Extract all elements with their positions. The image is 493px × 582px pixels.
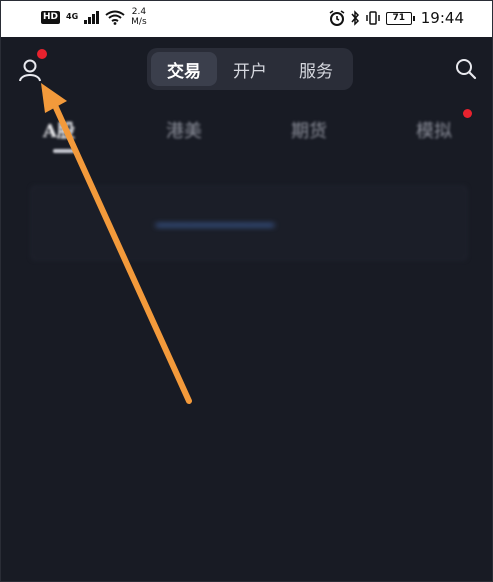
top-nav: 交易 开户 服务 [1, 37, 492, 101]
wifi-icon [105, 10, 125, 25]
main-segment-control: 交易 开户 服务 [147, 48, 353, 90]
status-bar: HD 4G 2.4 M/s 71 19:44 [1, 1, 492, 37]
signal-strength-icon [84, 10, 100, 24]
user-profile-button[interactable] [15, 49, 47, 85]
alarm-icon [329, 10, 345, 26]
segment-trade[interactable]: 交易 [151, 52, 217, 86]
network-speed-value: 2.4 [131, 7, 147, 17]
simulation-notification-dot [463, 109, 472, 118]
app-screen: HD 4G 2.4 M/s 71 19:44 交易 开户 服务 A股 港美 期货… [0, 0, 493, 582]
market-tabs: A股 港美 期货 模拟 [1, 109, 492, 153]
notification-dot [37, 49, 47, 59]
vibrate-icon [366, 11, 380, 25]
user-icon [19, 59, 41, 82]
tab-simulation[interactable]: 模拟 [416, 117, 452, 143]
status-time: 19:44 [420, 9, 464, 27]
network-speed: 2.4 M/s [131, 7, 147, 27]
search-icon [456, 59, 477, 80]
tab-futures[interactable]: 期货 [291, 117, 327, 143]
blurred-content-link[interactable]: ━━━━━━━━━━━━━━ [156, 218, 274, 234]
hd-badge: HD [41, 10, 61, 24]
network-type-label: 4G [66, 12, 79, 21]
search-button[interactable] [452, 55, 480, 83]
bluetooth-icon [351, 10, 359, 26]
tab-hk-us[interactable]: 港美 [166, 117, 202, 143]
segment-service[interactable]: 服务 [283, 52, 349, 86]
active-tab-indicator [53, 149, 75, 153]
battery-indicator: 71 [385, 11, 415, 25]
tab-a-shares[interactable]: A股 [43, 117, 75, 143]
segment-open-account[interactable]: 开户 [217, 52, 283, 86]
network-speed-unit: M/s [131, 17, 147, 27]
